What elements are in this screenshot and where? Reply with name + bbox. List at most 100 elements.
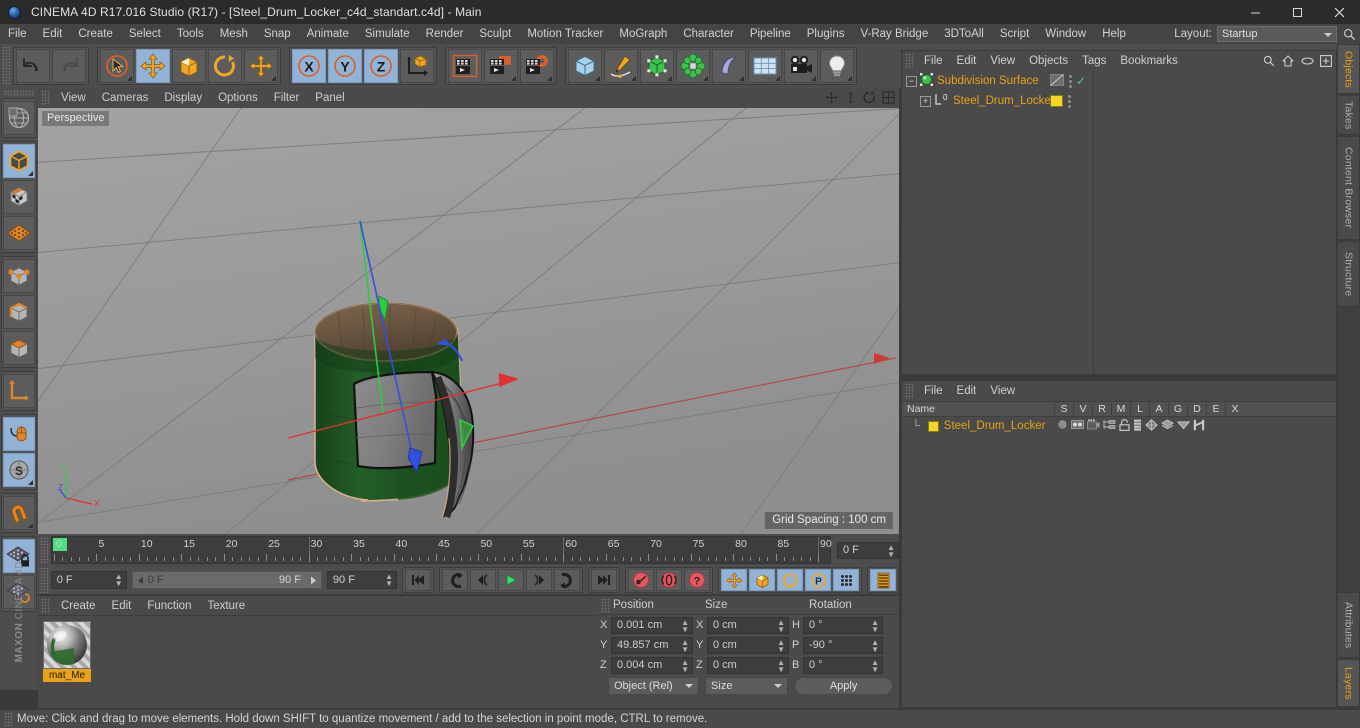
spinner-icon[interactable]: ▲ ▼ bbox=[385, 573, 393, 588]
key-rotation-button[interactable] bbox=[777, 569, 803, 591]
layer-column-m[interactable]: M bbox=[1111, 403, 1130, 415]
timeline-grip[interactable] bbox=[40, 537, 49, 563]
toolbar-grip[interactable] bbox=[2, 46, 11, 86]
edges-mode-icon[interactable] bbox=[3, 295, 35, 329]
deformer-icon[interactable] bbox=[712, 49, 746, 83]
animation-icon[interactable] bbox=[1133, 419, 1142, 434]
viewport-menu-filter[interactable]: Filter bbox=[266, 88, 308, 108]
world-coord-icon[interactable] bbox=[400, 49, 434, 83]
menu-animate[interactable]: Animate bbox=[299, 24, 357, 44]
workplane-icon[interactable] bbox=[3, 216, 35, 250]
position-z-field[interactable]: 0.004 cm ▲ ▼ bbox=[611, 656, 693, 674]
visible-icon[interactable] bbox=[1071, 419, 1085, 433]
render-view-icon[interactable] bbox=[448, 49, 482, 83]
layer-manager-grip[interactable] bbox=[905, 383, 914, 399]
orbit-icon[interactable] bbox=[862, 90, 876, 105]
material-menu-texture[interactable]: Texture bbox=[199, 596, 253, 616]
cube-primitive-icon[interactable] bbox=[568, 49, 602, 83]
menu-window[interactable]: Window bbox=[1037, 24, 1094, 44]
object-tree[interactable]: − Subdivision Surface ✓ + 0 Steel_Drum_L… bbox=[902, 71, 1336, 374]
layer-menu-edit[interactable]: Edit bbox=[950, 381, 984, 401]
render-settings-icon[interactable] bbox=[520, 49, 554, 83]
size-y-field[interactable]: 0 cm ▲ ▼ bbox=[707, 636, 789, 654]
texture-mode-icon[interactable] bbox=[3, 180, 35, 214]
object-menu-file[interactable]: File bbox=[917, 51, 950, 71]
end-frame-field[interactable]: 90 F ▲ ▼ bbox=[326, 571, 397, 589]
model-mode-icon[interactable] bbox=[3, 144, 35, 178]
scene-floor-icon[interactable] bbox=[748, 49, 782, 83]
size-z-field[interactable]: 0 cm ▲ ▼ bbox=[707, 656, 789, 674]
spinner-icon[interactable]: ▲ ▼ bbox=[871, 658, 879, 673]
make-editable-icon[interactable] bbox=[3, 101, 35, 135]
layer-list[interactable]: └ Steel_Drum_Locker bbox=[902, 417, 1336, 435]
viewport-menu-display[interactable]: Display bbox=[156, 88, 210, 108]
material-menu-create[interactable]: Create bbox=[53, 596, 104, 616]
layer-column-s[interactable]: S bbox=[1054, 403, 1073, 415]
rotation-p-field[interactable]: -90 ° ▲ ▼ bbox=[803, 636, 883, 654]
object-menu-bookmarks[interactable]: Bookmarks bbox=[1113, 51, 1185, 71]
keyframe-selection-button[interactable]: ? bbox=[684, 569, 710, 591]
layer-menu-file[interactable]: File bbox=[917, 381, 950, 401]
spline-pen-icon[interactable] bbox=[604, 49, 638, 83]
redo-icon[interactable] bbox=[52, 49, 86, 83]
object-menu-tags[interactable]: Tags bbox=[1075, 51, 1113, 71]
next-key-button[interactable] bbox=[554, 569, 580, 591]
vertical-tab-objects[interactable]: Objects bbox=[1337, 44, 1360, 94]
solo-dot-icon[interactable] bbox=[1057, 419, 1068, 433]
viewport-menu-options[interactable]: Options bbox=[210, 88, 266, 108]
record-key-button[interactable] bbox=[628, 569, 654, 591]
status-bar-grip[interactable] bbox=[4, 712, 13, 726]
spinner-icon[interactable]: ▲ ▼ bbox=[887, 543, 895, 558]
axis-mode-icon[interactable] bbox=[3, 374, 35, 408]
object-menu-view[interactable]: View bbox=[983, 51, 1022, 71]
layer-column-a[interactable]: A bbox=[1149, 403, 1168, 415]
render-picture-icon[interactable] bbox=[484, 49, 518, 83]
key-scale-button[interactable] bbox=[749, 569, 775, 591]
layer-column-r[interactable]: R bbox=[1092, 403, 1111, 415]
vertical-tab-structure[interactable]: Structure bbox=[1337, 241, 1360, 307]
layer-column-g[interactable]: G bbox=[1168, 403, 1187, 415]
menu-script[interactable]: Script bbox=[992, 24, 1037, 44]
menu-edit[interactable]: Edit bbox=[35, 24, 71, 44]
range-left-arrow-icon[interactable] bbox=[136, 576, 145, 588]
menu-simulate[interactable]: Simulate bbox=[357, 24, 418, 44]
soft-selection-icon[interactable]: S bbox=[3, 453, 35, 487]
goto-start-button[interactable] bbox=[405, 569, 431, 591]
layer-column-v[interactable]: V bbox=[1073, 403, 1092, 415]
step-forward-button[interactable] bbox=[526, 569, 552, 591]
layer-menu-view[interactable]: View bbox=[983, 381, 1022, 401]
spinner-icon[interactable]: ▲ ▼ bbox=[681, 658, 689, 673]
xpresso-icon[interactable] bbox=[1193, 419, 1205, 434]
axis-z-icon[interactable]: Z bbox=[364, 49, 398, 83]
key-param-button[interactable]: P bbox=[805, 569, 831, 591]
menu-sculpt[interactable]: Sculpt bbox=[471, 24, 519, 44]
key-position-button[interactable] bbox=[721, 569, 747, 591]
layer-column-x[interactable]: X bbox=[1225, 403, 1244, 415]
layer-row[interactable]: └ Steel_Drum_Locker bbox=[902, 417, 1336, 435]
size-x-field[interactable]: 0 cm ▲ ▼ bbox=[707, 616, 789, 634]
render-icon[interactable] bbox=[1087, 419, 1100, 433]
menu-create[interactable]: Create bbox=[70, 24, 121, 44]
position-x-field[interactable]: 0.001 cm ▲ ▼ bbox=[611, 616, 693, 634]
spinner-icon[interactable]: ▲ ▼ bbox=[115, 573, 123, 588]
material-menu-edit[interactable]: Edit bbox=[104, 596, 140, 616]
play-button[interactable] bbox=[498, 569, 524, 591]
eye-icon[interactable] bbox=[1300, 53, 1314, 68]
expand-toggle-icon[interactable]: − bbox=[906, 75, 917, 87]
menu-motion-tracker[interactable]: Motion Tracker bbox=[519, 24, 611, 44]
polygons-mode-icon[interactable] bbox=[3, 331, 35, 365]
home-icon[interactable] bbox=[1281, 53, 1295, 68]
autokey-button[interactable] bbox=[656, 569, 682, 591]
coordinate-mode-dropdown[interactable]: Object (Rel) bbox=[608, 677, 700, 695]
search-icon[interactable] bbox=[1262, 53, 1276, 68]
material-thumbnail[interactable] bbox=[43, 621, 91, 669]
viewport-canvas[interactable]: Perspective Grid Spacing : 100 cm Y X Z bbox=[38, 108, 899, 534]
object-manager-grip[interactable] bbox=[905, 53, 914, 69]
goto-end-button[interactable] bbox=[591, 569, 617, 591]
timeline-toggle-button[interactable] bbox=[870, 569, 896, 591]
material-tag-icon[interactable] bbox=[1050, 95, 1063, 107]
search-icon[interactable] bbox=[1340, 24, 1358, 44]
maximize-viewport-icon[interactable] bbox=[881, 90, 895, 105]
key-pla-button[interactable] bbox=[833, 569, 859, 591]
layer-column-l[interactable]: L bbox=[1130, 403, 1149, 415]
